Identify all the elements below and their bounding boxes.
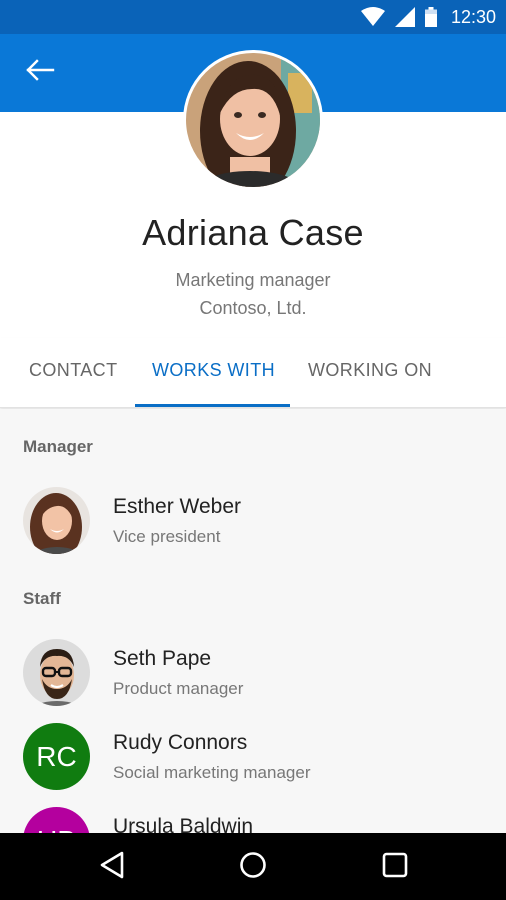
section-header-manager: Manager [23,437,93,456]
home-circle-icon [239,851,267,884]
status-icons: 12:30 [360,0,496,34]
back-arrow-icon [25,58,55,86]
profile-job-title: Marketing manager [175,270,331,290]
recents-square-icon [382,852,408,883]
profile-tabs: CONTACT WORKS WITH WORKING ON [0,338,506,408]
nav-home-button[interactable] [237,851,269,883]
person-name: Ursula Baldwin [113,815,254,833]
profile-photo [186,53,320,187]
person-role: Social marketing manager [113,763,311,782]
profile-screen: 12:30 Adriana Case Marketing manager Con… [0,0,506,900]
nav-back-button[interactable] [96,851,128,883]
profile-avatar[interactable] [183,50,323,190]
avatar [23,487,90,554]
back-triangle-icon [99,851,125,884]
person-role: Vice president [113,527,221,546]
list-item[interactable]: Esther Weber Vice president [0,487,506,567]
profile-name: Adriana Case [142,212,364,253]
person-name: Esther Weber [113,495,241,518]
status-bar: 12:30 [0,0,506,34]
back-button[interactable] [20,54,60,90]
person-role: Product manager [113,679,244,698]
tab-working-on[interactable]: WORKING ON [308,360,432,381]
person-name: Rudy Connors [113,731,248,754]
system-nav-bar [0,833,506,900]
avatar: UB [23,807,90,833]
status-time: 12:30 [450,6,496,27]
avatar: RC [23,723,90,790]
battery-icon [424,7,437,27]
avatar [23,639,90,706]
signal-icon [394,7,415,27]
list-item[interactable]: UB Ursula Baldwin [0,807,506,833]
tab-contact[interactable]: CONTACT [29,360,117,381]
section-header-staff: Staff [23,589,61,608]
tab-works-with[interactable]: WORKS WITH [152,360,275,381]
profile-company: Contoso, Ltd. [199,298,307,318]
person-name: Seth Pape [113,647,212,670]
wifi-icon [360,7,385,27]
works-with-list: Manager Esther Weber Vice president Staf… [0,409,506,833]
list-item[interactable]: RC Rudy Connors Social marketing manager [0,723,506,803]
active-tab-indicator [135,404,290,407]
list-item[interactable]: Seth Pape Product manager [0,639,506,719]
nav-recents-button[interactable] [379,851,411,883]
